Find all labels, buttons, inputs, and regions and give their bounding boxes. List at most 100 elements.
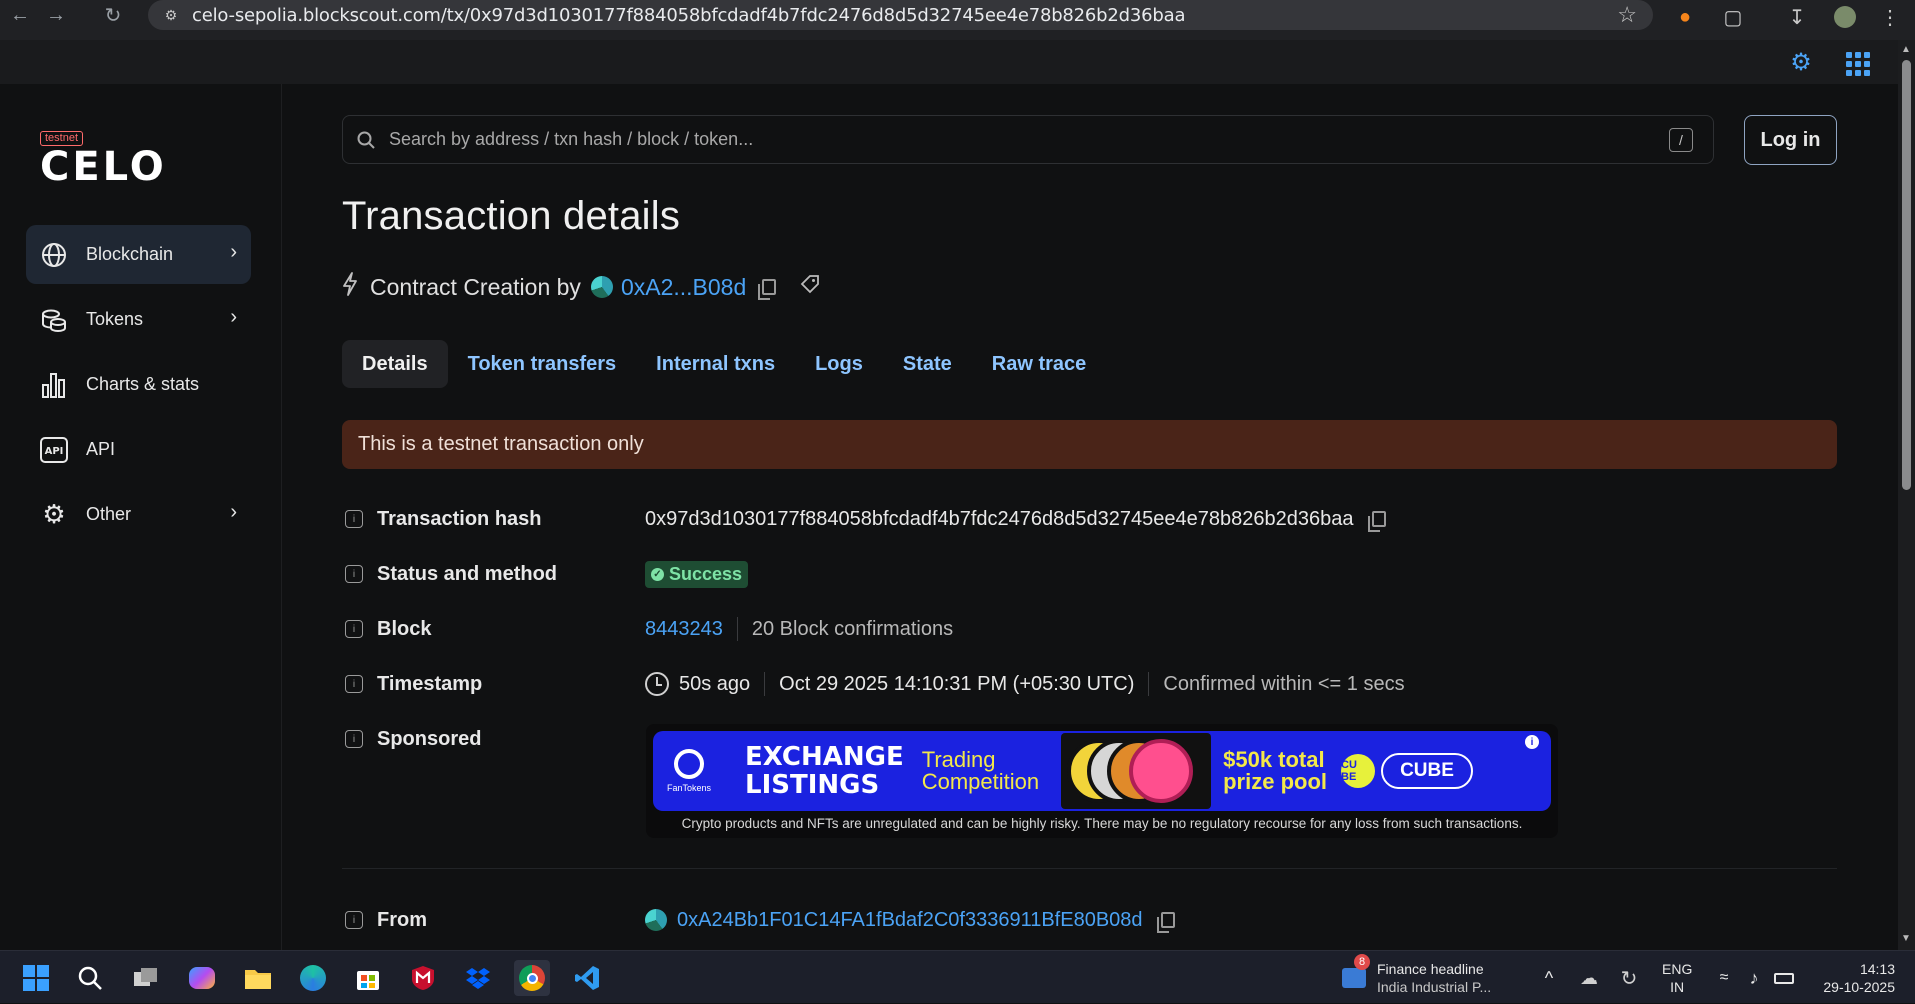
download-icon[interactable]: ↧	[1782, 4, 1812, 30]
settings-gear-icon[interactable]: ⚙	[1787, 48, 1815, 76]
coins-icon	[40, 306, 68, 334]
info-icon[interactable]: i	[345, 565, 363, 583]
detail-label: Transaction hash	[377, 507, 542, 530]
add-tag-icon[interactable]	[800, 274, 820, 300]
bar-chart-icon	[40, 371, 68, 399]
detail-row-block: i Block 8443243 20 Block confirmations	[342, 613, 953, 645]
page-title: Transaction details	[342, 194, 681, 238]
sidebar-item-label: Other	[86, 504, 132, 524]
ad-trading: Trading Competition	[922, 749, 1039, 793]
info-icon[interactable]: i	[345, 911, 363, 929]
log-in-button[interactable]: Log in	[1744, 115, 1837, 165]
task-view-icon[interactable]	[128, 960, 164, 996]
dropbox-icon[interactable]	[460, 960, 496, 996]
info-icon[interactable]: i	[345, 730, 363, 748]
scroll-down-icon[interactable]: ▼	[1901, 933, 1911, 944]
testnet-warning-banner: This is a testnet transaction only	[342, 420, 1837, 469]
detail-value: 0x97d3d1030177f884058bfcdadf4b7fdc2476d8…	[645, 508, 1386, 532]
ad-prize-line-2: prize pool	[1223, 769, 1327, 794]
detail-row-timestamp: i Timestamp 50s ago Oct 29 2025 14:10:31…	[342, 668, 1405, 700]
ad-prize: $50k total prize pool	[1223, 749, 1327, 793]
search-bar[interactable]: /	[342, 115, 1714, 164]
sidebar-item-api[interactable]: API API	[26, 420, 251, 479]
celo-logo[interactable]: testnet CELO	[40, 128, 167, 190]
news-widget-icon[interactable]: 8	[1336, 954, 1372, 996]
page-scrollbar[interactable]: ▲ ▼	[1898, 40, 1915, 950]
sidebar-item-tokens[interactable]: Tokens ›	[26, 290, 251, 349]
gear-icon: ⚙	[42, 499, 66, 529]
ad-banner[interactable]: FanTokens EXCHANGE LISTINGS Trading Comp…	[653, 731, 1551, 811]
sponsored-ad[interactable]: FanTokens EXCHANGE LISTINGS Trading Comp…	[646, 724, 1558, 838]
creator-address-link[interactable]: 0xA2...B08d	[621, 274, 746, 301]
back-icon[interactable]: ←	[2, 0, 38, 30]
bookmark-star-icon[interactable]: ☆	[1617, 2, 1637, 28]
clock[interactable]: 14:13 29-10-2025	[1815, 951, 1895, 1004]
cube-logo-icon: CU BE	[1341, 754, 1375, 788]
chevron-right-icon: ›	[230, 306, 237, 328]
from-address-link[interactable]: 0xA24Bb1F01C14FA1fBdaf2C0f3336911BfE80B0…	[677, 909, 1143, 932]
microsoft-store-icon[interactable]	[350, 960, 386, 996]
svg-text:API: API	[45, 446, 64, 457]
detail-label: Status and method	[377, 562, 558, 585]
tab-logs[interactable]: Logs	[795, 340, 883, 388]
search-input[interactable]	[389, 129, 1649, 150]
sidebar-item-label: Tokens	[86, 309, 144, 329]
ad-info-icon[interactable]: i	[1525, 735, 1539, 749]
detail-value: 50s ago Oct 29 2025 14:10:31 PM (+05:30 …	[645, 672, 1405, 696]
ad-trading-line-1: Trading	[921, 747, 996, 772]
news-widget[interactable]: Finance headline India Industrial P...	[1377, 951, 1491, 1004]
copy-icon[interactable]	[1367, 511, 1386, 532]
mcafee-icon[interactable]	[405, 960, 441, 996]
reload-icon[interactable]: ↻	[95, 0, 131, 30]
tab-details[interactable]: Details	[342, 340, 448, 388]
sidebar-item-charts-stats[interactable]: Charts & stats	[26, 355, 251, 414]
search-icon	[355, 129, 377, 151]
apps-grid-icon[interactable]	[1842, 48, 1870, 76]
site-info-icon[interactable]: ⚙	[160, 4, 182, 26]
file-explorer-icon[interactable]	[240, 960, 276, 996]
windows-start-icon[interactable]	[18, 960, 54, 996]
block-number-link[interactable]: 8443243	[645, 618, 723, 641]
sidebar-item-blockchain[interactable]: Blockchain ›	[26, 225, 251, 284]
edge-browser-icon[interactable]	[295, 960, 331, 996]
info-icon[interactable]: i	[345, 675, 363, 693]
vscode-icon[interactable]	[569, 960, 605, 996]
copy-icon[interactable]	[1156, 912, 1175, 933]
detail-value: 0xA24Bb1F01C14FA1fBdaf2C0f3336911BfE80B0…	[645, 909, 1175, 933]
ad-coins-image	[1061, 733, 1212, 809]
language-indicator[interactable]: ENG IN	[1662, 951, 1692, 1004]
address-bar[interactable]: ⚙ celo-sepolia.blockscout.com/tx/0x97d3d…	[148, 0, 1653, 30]
status-badge: ✓ Success	[645, 560, 749, 588]
scroll-up-icon[interactable]: ▲	[1901, 44, 1911, 55]
tab-internal-txns[interactable]: Internal txns	[636, 340, 795, 388]
divider	[736, 617, 738, 641]
sync-icon[interactable]: ↻	[1611, 960, 1647, 996]
info-icon[interactable]: i	[345, 620, 363, 638]
info-icon[interactable]: i	[345, 510, 363, 528]
search-icon[interactable]	[72, 960, 108, 996]
metamask-extension-icon[interactable]: ●	[1670, 4, 1700, 30]
chrome-icon[interactable]	[514, 960, 550, 996]
profile-avatar[interactable]	[1830, 4, 1860, 30]
news-title: Finance headline	[1377, 960, 1484, 977]
cloud-offline-icon[interactable]: ☁	[1571, 960, 1607, 996]
scrollbar-thumb[interactable]	[1902, 60, 1911, 490]
battery-icon[interactable]	[1766, 960, 1802, 996]
tab-state[interactable]: State	[883, 340, 972, 388]
tab-token-transfers[interactable]: Token transfers	[448, 340, 637, 388]
chevron-up-icon[interactable]: ^	[1531, 960, 1567, 996]
logo-wordmark: CELO	[40, 144, 167, 190]
detail-label: From	[377, 908, 427, 931]
copilot-icon[interactable]	[184, 960, 220, 996]
browser-menu-icon[interactable]: ⋮	[1875, 4, 1905, 30]
tab-raw-trace[interactable]: Raw trace	[972, 340, 1107, 388]
forward-icon[interactable]: →	[38, 0, 74, 30]
tab-bar: Details Token transfers Internal txns Lo…	[342, 340, 1106, 388]
copy-icon[interactable]	[758, 279, 777, 300]
cube-button[interactable]: CUBE	[1381, 753, 1473, 789]
sidebar-item-other[interactable]: ⚙ Other ›	[26, 485, 251, 544]
browser-toolbar: ← → ↻ ⚙ celo-sepolia.blockscout.com/tx/0…	[0, 0, 1915, 40]
news-subtitle: India Industrial P...	[1377, 978, 1492, 995]
extensions-icon[interactable]: ▢	[1718, 4, 1748, 30]
globe-icon	[40, 241, 68, 269]
